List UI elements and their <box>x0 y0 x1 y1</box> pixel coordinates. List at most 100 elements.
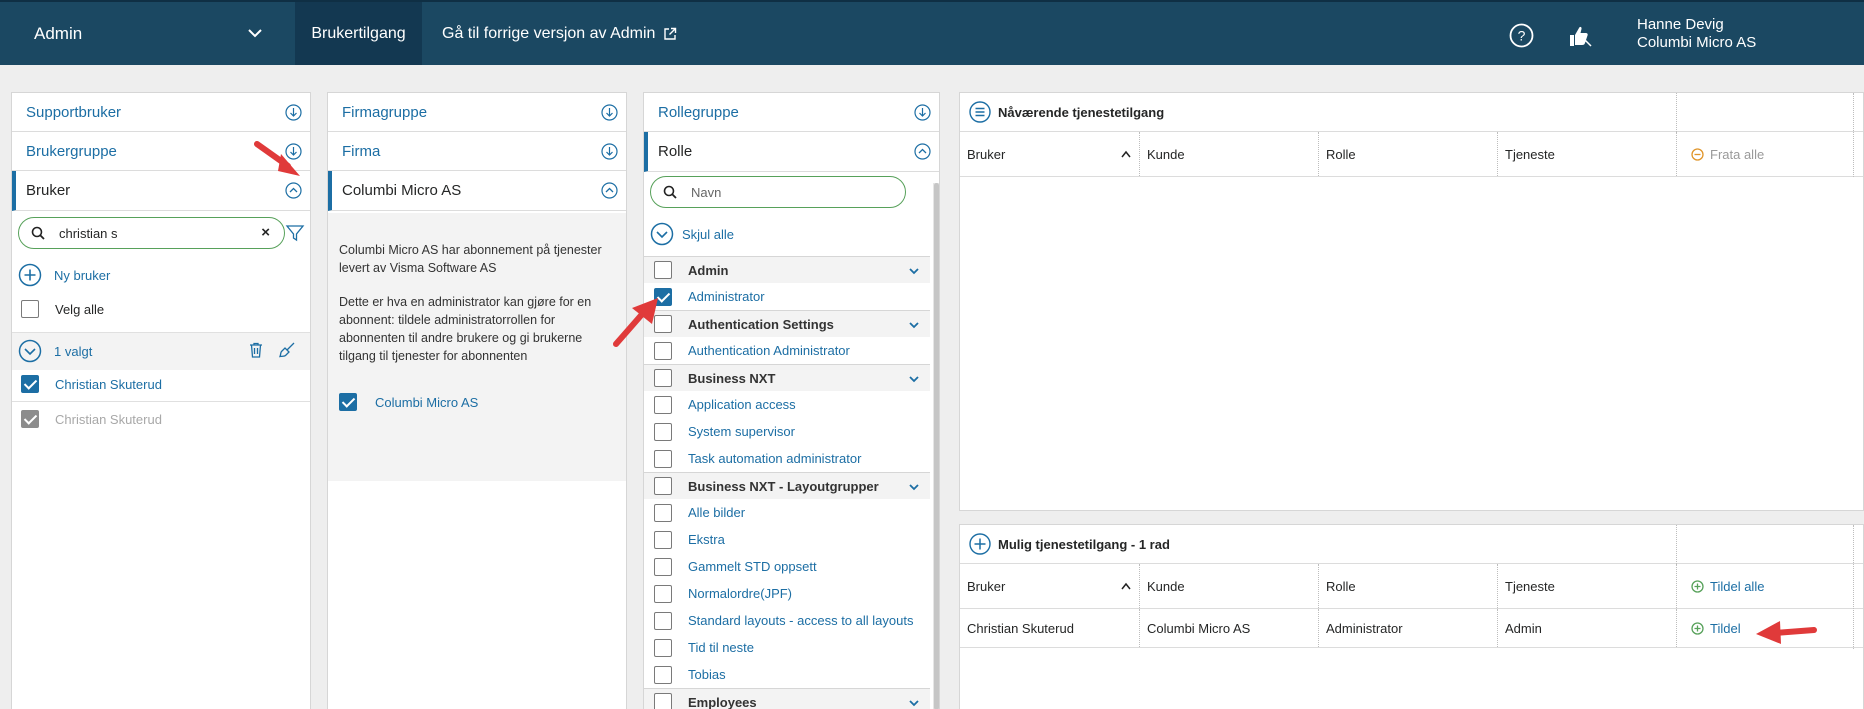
user-company: Columbi Micro AS <box>1637 34 1757 51</box>
user-checkbox[interactable] <box>21 375 39 393</box>
new-user-button[interactable]: Ny bruker <box>18 263 110 287</box>
role-list-scrollbar[interactable] <box>933 183 939 709</box>
accordion-firma[interactable]: Firma <box>328 132 626 171</box>
role-item-row[interactable]: Tobias <box>644 661 930 688</box>
role-item-row[interactable]: Task automation administrator <box>644 445 930 472</box>
role-search-input[interactable]: Navn <box>650 176 906 208</box>
selected-count-label: 1 valgt <box>54 343 93 359</box>
filter-icon[interactable] <box>285 223 305 243</box>
accordion-selected-company[interactable]: Columbi Micro AS <box>328 171 626 211</box>
previous-version-link[interactable]: Gå til forrige versjon av Admin <box>442 2 677 65</box>
trash-icon[interactable] <box>247 341 265 359</box>
current-user[interactable]: Hanne Devig Columbi Micro AS <box>1637 16 1756 52</box>
role-item-row[interactable]: Alle bilder <box>644 499 930 526</box>
role-group-row[interactable]: Business NXT <box>644 364 930 391</box>
role-item-row[interactable]: Application access <box>644 391 930 418</box>
role-group-row[interactable]: Employees <box>644 688 930 709</box>
role-checkbox[interactable] <box>654 584 672 603</box>
grant-label: Tildel <box>1710 620 1741 636</box>
accordion-rolle[interactable]: Rolle <box>644 132 939 172</box>
role-group-row[interactable]: Authentication Settings <box>644 310 930 337</box>
role-item-row[interactable]: Ekstra <box>644 526 930 553</box>
column-header-bruker[interactable]: Bruker <box>960 564 1139 608</box>
role-item-row[interactable]: Normalordre(JPF) <box>644 580 930 607</box>
chevron-down-icon[interactable] <box>908 481 920 493</box>
cell-service: Admin <box>1497 609 1676 647</box>
role-item-row[interactable]: Gammelt STD oppsett <box>644 553 930 580</box>
help-icon[interactable]: ? <box>1509 23 1534 48</box>
chevron-down-icon[interactable] <box>908 265 920 277</box>
column-header-tjeneste[interactable]: Tjeneste <box>1497 564 1676 608</box>
sort-up-icon[interactable] <box>1121 582 1131 590</box>
company-checkbox[interactable] <box>339 393 357 411</box>
role-checkbox[interactable] <box>654 530 672 549</box>
group-checkbox[interactable] <box>654 693 672 709</box>
role-checkbox[interactable] <box>654 395 672 414</box>
column-header-kunde[interactable]: Kunde <box>1139 564 1318 608</box>
expand-down-icon[interactable] <box>601 104 618 121</box>
accordion-supportbruker[interactable]: Supportbruker <box>12 93 310 132</box>
accordion-rollegruppe[interactable]: Rollegruppe <box>644 93 939 132</box>
group-checkbox[interactable] <box>654 261 672 279</box>
role-checkbox[interactable] <box>654 449 672 468</box>
role-checkbox[interactable] <box>654 611 672 630</box>
add-circle-icon[interactable] <box>969 533 991 555</box>
brush-icon[interactable] <box>278 341 296 359</box>
group-checkbox[interactable] <box>654 477 672 495</box>
expand-down-icon[interactable] <box>601 143 618 160</box>
role-item-row[interactable]: Administrator <box>644 283 930 310</box>
role-item-row[interactable]: Authentication Administrator <box>644 337 930 364</box>
app-selector[interactable]: Admin <box>0 2 295 65</box>
expand-down-icon[interactable] <box>285 104 302 121</box>
column-header-rolle[interactable]: Rolle <box>1318 132 1497 176</box>
select-all-checkbox[interactable] <box>21 300 39 318</box>
column-header-kunde[interactable]: Kunde <box>1139 132 1318 176</box>
chevron-down-icon[interactable] <box>908 697 920 709</box>
chevron-down-icon <box>248 29 262 38</box>
clear-search-icon[interactable]: × <box>261 224 270 241</box>
role-checkbox[interactable] <box>654 422 672 441</box>
company-checkbox-row[interactable]: Columbi Micro AS <box>339 393 478 411</box>
expand-down-icon[interactable] <box>914 104 931 121</box>
chevron-down-icon[interactable] <box>908 373 920 385</box>
scrollbar-thumb[interactable] <box>934 183 939 709</box>
collapse-up-icon[interactable] <box>285 182 302 199</box>
collapse-up-icon[interactable] <box>914 143 931 160</box>
sort-up-icon[interactable] <box>1121 150 1131 158</box>
grid-title: Mulig tjenestetilgang - 1 rad <box>998 536 1170 552</box>
column-header-tjeneste[interactable]: Tjeneste <box>1497 132 1676 176</box>
role-item-row[interactable]: Standard layouts - access to all layouts <box>644 607 930 634</box>
accordion-firmagruppe[interactable]: Firmagruppe <box>328 93 626 132</box>
revoke-all-button[interactable]: Frata alle <box>1676 132 1864 176</box>
user-search-input[interactable]: christian s × <box>18 217 285 249</box>
accordion-label: Rolle <box>658 143 693 160</box>
selected-toggle[interactable]: 1 valgt <box>18 339 92 363</box>
chevron-down-icon[interactable] <box>908 319 920 331</box>
role-item-row[interactable]: System supervisor <box>644 418 930 445</box>
select-all-row[interactable]: Velg alle <box>21 300 104 318</box>
role-checkbox[interactable] <box>654 503 672 522</box>
column-divider <box>1676 93 1677 132</box>
menu-circle-icon[interactable] <box>969 101 991 123</box>
role-checkbox[interactable] <box>654 638 672 657</box>
role-checkbox[interactable] <box>654 557 672 576</box>
role-label: Authentication Administrator <box>688 343 850 358</box>
collapse-up-icon[interactable] <box>601 182 618 199</box>
column-divider <box>1676 525 1677 564</box>
column-header-rolle[interactable]: Rolle <box>1318 564 1497 608</box>
group-checkbox[interactable] <box>654 369 672 387</box>
tab-brukertilgang[interactable]: Brukertilgang <box>295 2 422 65</box>
role-group-row[interactable]: Admin <box>644 256 930 283</box>
column-label: Kunde <box>1147 146 1185 162</box>
role-item-row[interactable]: Tid til neste <box>644 634 930 661</box>
grant-all-button[interactable]: Tildel alle <box>1676 564 1864 608</box>
column-header-bruker[interactable]: Bruker <box>960 132 1139 176</box>
role-group-row[interactable]: Business NXT - Layoutgrupper <box>644 472 930 499</box>
hide-all-button[interactable]: Skjul alle <box>650 222 734 246</box>
external-link-icon <box>664 27 677 40</box>
role-checkbox[interactable] <box>654 665 672 684</box>
role-label: System supervisor <box>688 424 795 439</box>
annotation-arrow <box>1756 621 1817 644</box>
user-list-item[interactable]: Christian Skuterud <box>21 375 162 393</box>
feedback-thumbs-icon[interactable] <box>1565 22 1593 50</box>
